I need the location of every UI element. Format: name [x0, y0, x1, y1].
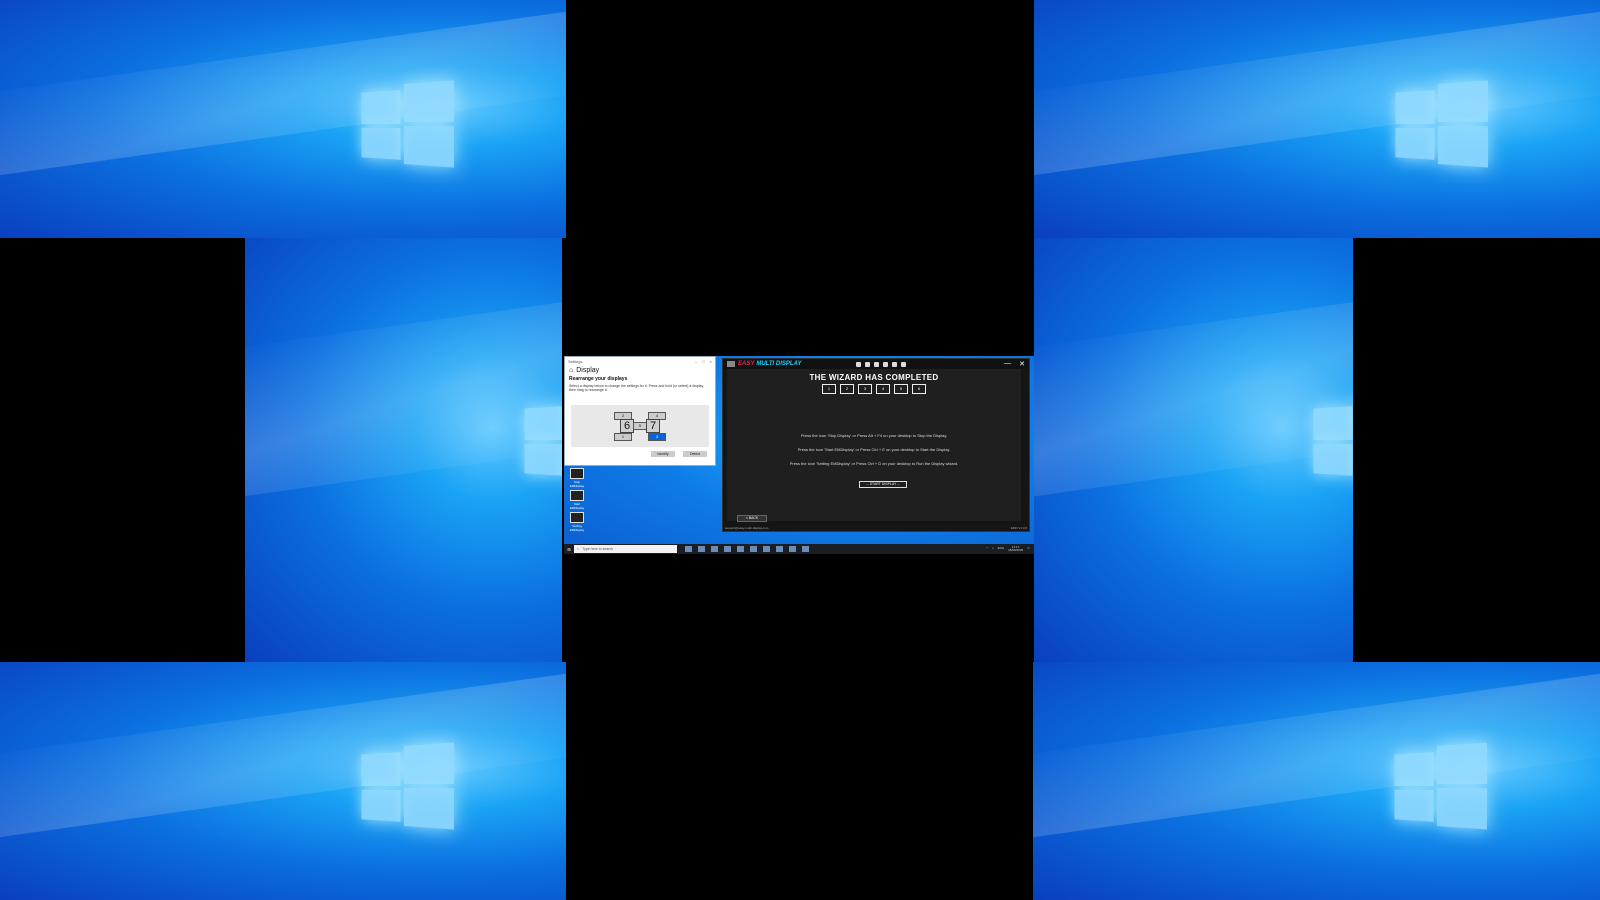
settings-heading: Display: [576, 367, 600, 374]
monitor-icon: 1: [822, 384, 836, 394]
windows-logo-icon: [361, 742, 454, 830]
emd-titlebar[interactable]: EASY MULTI DISPLAY — ✕: [723, 359, 1029, 369]
desktop-icon-setting[interactable]: Setting EMDisplay: [568, 512, 586, 532]
wallpaper-bottom-right: [1033, 662, 1600, 900]
windows-logo-icon: [1395, 80, 1488, 168]
wizard-title: THE WIZARD HAS COMPLETED: [809, 373, 939, 382]
wallpaper-mid-right: [1034, 238, 1353, 662]
file-explorer-icon[interactable]: [698, 546, 705, 552]
instruction-start: Press the icon 'Start EMDisplay' or Pres…: [797, 447, 951, 452]
emd-content: THE WIZARD HAS COMPLETED 1 2 3 4 5 6 Pre…: [727, 369, 1021, 522]
support-email[interactable]: support@easy-multi-display.com: [725, 526, 768, 530]
taskbar: ⊞ ○ Type here to search ^ ⌁ ENG 17:17 18…: [564, 544, 1034, 554]
task-view-icon[interactable]: [685, 546, 692, 552]
easy-multi-display-window[interactable]: EASY MULTI DISPLAY — ✕ THE WIZARD HAS CO…: [722, 358, 1030, 532]
monitor-icon: [570, 490, 584, 501]
wallpaper-top-right: [1034, 0, 1600, 238]
display-arrangement[interactable]: 2 4 6 5 7 1 3: [571, 405, 709, 447]
download-icon[interactable]: [865, 361, 871, 367]
settings-instructions: Select a display below to change the set…: [569, 384, 704, 392]
wallpaper-mid-left: [245, 238, 562, 662]
brand-easy: EASY: [738, 361, 755, 367]
help-icon[interactable]: [901, 361, 907, 367]
search-icon: ○: [577, 547, 580, 551]
desktop-icon-start[interactable]: Start EMDisplay: [568, 490, 586, 510]
desktop-icon-stop[interactable]: Stop EMDisplay: [568, 468, 586, 488]
app-icon[interactable]: [750, 546, 757, 552]
windows-start-icon[interactable]: ⊞: [564, 547, 574, 552]
tray-chevron-icon[interactable]: ^: [986, 546, 987, 553]
wallpaper-top-left: [0, 0, 566, 238]
windows-logo-icon: [361, 80, 454, 168]
wallpaper-bottom-left: [0, 662, 566, 900]
start-display-button[interactable]: -- START DISPLAY --: [859, 481, 907, 488]
network-icon[interactable]: ⌁: [992, 546, 994, 553]
windows-logo-icon: [1313, 396, 1353, 483]
settings-gear-icon[interactable]: [802, 546, 809, 552]
app-logo-icon: [727, 361, 735, 367]
taskbar-search[interactable]: ○ Type here to search: [574, 545, 677, 553]
minimize-icon[interactable]: —: [1004, 360, 1011, 368]
home-icon[interactable]: ⌂: [569, 367, 573, 374]
save-icon[interactable]: [883, 361, 889, 367]
monitor-icon: 4: [876, 384, 890, 394]
settings-subheading: Rearrange your displays: [569, 376, 628, 382]
brand-multi-display: MULTI DISPLAY: [756, 361, 802, 367]
monitor-icon: 6: [912, 384, 926, 394]
version-label: EMD V1.0.8: [1010, 526, 1027, 530]
monitor-icon: 5: [894, 384, 908, 394]
display-tile[interactable]: 6: [620, 419, 634, 433]
upload-icon[interactable]: [874, 361, 880, 367]
display-tile[interactable]: 1: [614, 433, 632, 441]
main-desktop: Settings – □ × ⌂ Display Rearrange your dis…: [564, 356, 1034, 554]
grid-icon[interactable]: [892, 361, 898, 367]
monitor-icon: 2: [840, 384, 854, 394]
instruction-setting: Press the icon 'Setting EMDisplay' or Pr…: [789, 461, 959, 466]
monitor-icon: [570, 512, 584, 523]
app-icon[interactable]: [763, 546, 770, 552]
emd-statusbar: support@easy-multi-display.com EMD V1.0.…: [725, 526, 1027, 530]
monitor-icon: 3: [858, 384, 872, 394]
maximize-icon[interactable]: □: [702, 359, 704, 364]
clock[interactable]: 17:17 18/06/2020: [1008, 545, 1023, 553]
minimize-icon[interactable]: –: [695, 359, 697, 364]
settings-gear-icon[interactable]: [856, 361, 862, 367]
notification-icon[interactable]: ▭: [1027, 546, 1030, 553]
close-icon[interactable]: ✕: [1019, 360, 1025, 368]
identify-button[interactable]: Identify: [651, 451, 675, 457]
display-tile[interactable]: 5: [633, 422, 647, 430]
language-indicator[interactable]: ENG: [998, 546, 1005, 553]
settings-window-title: Settings: [568, 358, 583, 364]
display-tile[interactable]: 7: [646, 419, 660, 433]
windows-logo-icon: [524, 396, 562, 483]
detect-button[interactable]: Detect: [683, 451, 707, 457]
app-icon[interactable]: [776, 546, 783, 552]
app-icon[interactable]: [789, 546, 796, 552]
windows-logo-icon: [1394, 742, 1487, 830]
settings-window[interactable]: Settings – □ × ⌂ Display Rearrange your dis…: [564, 356, 716, 466]
app-icon[interactable]: [724, 546, 731, 552]
instruction-stop: Press the icon 'Stop Display' or Press A…: [800, 433, 948, 438]
settings-titlebar[interactable]: Settings – □ ×: [565, 357, 715, 365]
back-button[interactable]: < BACK: [737, 515, 767, 522]
app-icon[interactable]: [711, 546, 718, 552]
monitor-row: 1 2 3 4 5 6: [727, 384, 1021, 394]
display-tile-selected[interactable]: 3: [648, 433, 666, 441]
app-icon[interactable]: [737, 546, 744, 552]
monitor-icon: [570, 468, 584, 479]
close-icon[interactable]: ×: [710, 359, 712, 364]
